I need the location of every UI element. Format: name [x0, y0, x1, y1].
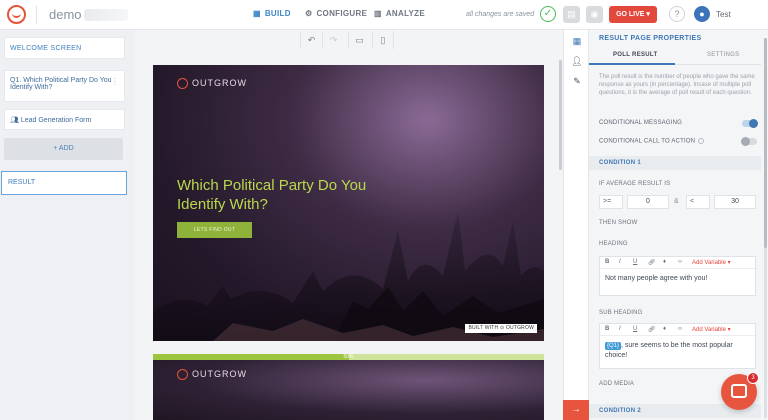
sub-heading-editor[interactable]: B I U 🔗︎ ♦ ‹› Add Variable ▾ {Q1}, sure …	[599, 323, 756, 369]
sidebar-item-result[interactable]: RESULT	[1, 171, 127, 195]
result-properties-panel: RESULT PAGE PROPERTIES POLL RESULT SETTI…	[589, 30, 768, 420]
editor-toolbar: B I U 🔗︎ ♦ ‹› Add Variable ▾	[600, 257, 755, 269]
chat-badge: 3	[747, 372, 759, 384]
sub-heading-label: SUB HEADING	[599, 310, 643, 316]
desktop-view-icon[interactable]: ▭	[348, 31, 370, 49]
user-settings-icon[interactable]: 👤︎	[564, 50, 590, 72]
layout-icon[interactable]: ▦	[564, 30, 590, 52]
code-icon[interactable]: ‹›	[678, 326, 682, 332]
bold-icon[interactable]: B	[605, 259, 609, 265]
redo-icon[interactable]: ↷	[322, 31, 344, 49]
gear-icon: ⚙	[305, 9, 313, 18]
panel-tabs: POLL RESULT SETTINGS	[589, 49, 761, 65]
heading-label: HEADING	[599, 241, 628, 247]
tab-settings[interactable]: SETTINGS	[707, 52, 739, 58]
left-sidebar: WELCOME SCREEN Q1. Which Political Party…	[0, 30, 135, 420]
poll-description: The poll result is the number of people …	[599, 74, 755, 96]
heading-editor[interactable]: B I U 🔗︎ ♦ ‹› Add Variable ▾ Not many pe…	[599, 256, 756, 296]
built-with-badge: BUILT WITH ⊙ OUTGROW	[465, 324, 537, 333]
user-avatar-icon[interactable]: ●	[694, 6, 710, 22]
add-variable-dropdown[interactable]: Add Variable ▾	[692, 259, 731, 266]
condition-1-header[interactable]: CONDITION 1	[589, 156, 761, 170]
tab-poll-result[interactable]: POLL RESULT	[613, 52, 657, 58]
code-icon[interactable]: ‹›	[678, 259, 682, 265]
sidebar-item-label: Lead Generation Form	[20, 117, 92, 124]
arrow-right-icon[interactable]: →	[563, 400, 589, 420]
outgrow-mark-icon	[177, 78, 188, 90]
underline-icon[interactable]: U	[633, 259, 637, 265]
value-input-1[interactable]: 0	[627, 195, 669, 209]
then-show-label: THEN SHOW	[599, 220, 638, 226]
hero2-logo: OUTGROW	[177, 369, 247, 381]
conditional-cta-row: CONDITIONAL CALL TO ACTION	[599, 137, 757, 148]
question-page-preview[interactable]: 50% OUTGROW	[153, 354, 544, 420]
header-divider	[36, 6, 37, 24]
heading-text[interactable]: Not many people agree with you!	[600, 269, 755, 289]
app-name-blurred	[84, 9, 128, 21]
hero-title[interactable]: Which Political Party Do You Identify Wi…	[177, 176, 397, 214]
canvas-scrollbar[interactable]	[559, 60, 562, 170]
progress-bar: 50%	[153, 354, 544, 360]
drag-handle-icon[interactable]: ⋮	[111, 77, 119, 86]
sidebar-item-label: Q1. Which Political Party Do You Identif…	[10, 77, 112, 91]
hero-logo: OUTGROW	[177, 78, 247, 90]
conditional-cta-toggle[interactable]	[741, 137, 757, 146]
go-live-button[interactable]: GO LIVE ▾	[609, 6, 657, 23]
and-symbol: &	[674, 198, 679, 205]
color-icon[interactable]: ♦	[663, 326, 666, 332]
result-page-preview[interactable]: OUTGROW Which Political Party Do You Ide…	[153, 65, 544, 341]
panel-scrollbar-thumb[interactable]	[764, 38, 767, 248]
add-media-label[interactable]: ADD MEDIA	[599, 381, 634, 387]
sub-heading-text[interactable]: {Q1}, sure seems to be the most popular …	[600, 336, 755, 366]
pen-icon[interactable]: ✎	[564, 70, 590, 92]
conditional-messaging-row: CONDITIONAL MESSAGING	[599, 119, 758, 130]
grid-icon: ▦	[253, 9, 261, 18]
help-icon[interactable]: ?	[669, 6, 685, 22]
lets-find-out-button[interactable]: LETS FIND OUT	[177, 222, 252, 238]
active-tab-indicator	[589, 63, 675, 65]
top-bar: demo ▦ BUILD ⚙ CONFIGURE ▥ ANALYZE all chan…	[0, 0, 768, 30]
properties-icon-bar: ▦ 👤︎ ✎	[563, 30, 589, 420]
if-average-label: IF AVERAGE RESULT IS	[599, 181, 671, 187]
preview-icon[interactable]: ▤	[563, 6, 580, 23]
nav-build[interactable]: ▦ BUILD	[253, 9, 291, 18]
save-status: all changes are saved	[466, 11, 535, 18]
conditional-messaging-toggle[interactable]	[742, 119, 758, 128]
outgrow-mark-icon	[177, 369, 188, 381]
operator-select-1[interactable]: >=	[599, 195, 623, 209]
bar-chart-icon: ▥	[374, 9, 382, 18]
editor-toolbar: B I U 🔗︎ ♦ ‹› Add Variable ▾	[600, 324, 755, 336]
sidebar-item-welcome-screen[interactable]: WELCOME SCREEN	[4, 37, 125, 59]
italic-icon[interactable]: I	[619, 326, 621, 332]
color-icon[interactable]: ♦	[663, 259, 666, 265]
undo-icon[interactable]: ↶	[300, 31, 322, 49]
italic-icon[interactable]: I	[619, 259, 621, 265]
user-name[interactable]: Test	[716, 10, 731, 19]
info-icon[interactable]	[698, 138, 705, 144]
chat-icon	[731, 384, 747, 398]
underline-icon[interactable]: U	[633, 326, 637, 332]
sidebar-item-lead-form[interactable]: 👥︎ Lead Generation Form	[4, 109, 125, 130]
mobile-view-icon[interactable]: ▯	[372, 31, 394, 49]
variable-tag[interactable]: {Q1}	[605, 342, 622, 350]
link-icon[interactable]: 🔗︎	[648, 259, 656, 266]
sidebar-item-q1[interactable]: Q1. Which Political Party Do You Identif…	[4, 70, 125, 102]
add-variable-dropdown[interactable]: Add Variable ▾	[692, 326, 731, 333]
panel-title: RESULT PAGE PROPERTIES	[599, 35, 702, 42]
bold-icon[interactable]: B	[605, 326, 609, 332]
users-icon: 👥︎	[10, 117, 21, 124]
link-icon[interactable]: 🔗︎	[648, 326, 656, 333]
value-input-2[interactable]: 30	[714, 195, 756, 209]
progress-label: 50%	[343, 354, 354, 360]
eye-icon[interactable]: ◉	[586, 6, 603, 23]
nav-analyze[interactable]: ▥ ANALYZE	[374, 9, 425, 18]
app-name[interactable]: demo	[49, 7, 82, 22]
add-button[interactable]: + ADD	[4, 138, 123, 160]
operator-select-2[interactable]: <	[686, 195, 710, 209]
check-icon: ✓	[540, 6, 556, 22]
outgrow-logo-icon[interactable]	[7, 5, 26, 24]
nav-configure[interactable]: ⚙ CONFIGURE	[305, 9, 367, 18]
